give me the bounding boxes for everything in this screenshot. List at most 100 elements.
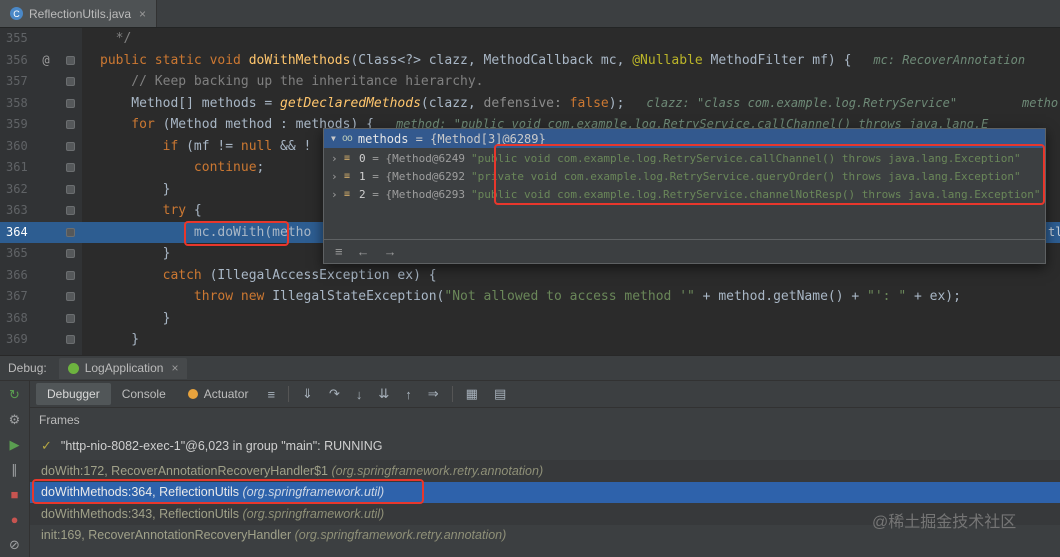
settings-icon[interactable]: ⚙ [9,413,21,426]
code-line[interactable]: 358 Method[] methods = getDeclaredMethod… [0,93,1060,115]
frame-package: (org.springframework.retry.annotation) [331,463,544,478]
inline-debug-hint: clazz: "class com.example.log.RetryServi… [646,95,958,110]
gutter-marker-icon [65,77,75,87]
gutter-marker-cell [58,179,82,201]
line-number: 361 [6,160,28,174]
code-line[interactable]: 357 // Keep backing up the inheritance h… [0,71,1060,93]
frames-panel: Frames ✓ "http-nio-8082-exec-1"@6,023 in… [30,408,1060,557]
watermark: @稀土掘金技术社区 [872,514,1017,531]
code-line[interactable]: 367 throw new IllegalStateException("Not… [0,286,1060,308]
line-number: 365 [6,246,28,260]
code-token: (IllegalAccessException ex) { [201,267,437,283]
variable-row[interactable]: › ≡ 2 = {Method@6293 "public void com.examp… [324,186,1045,204]
line-number: 356 [6,52,28,67]
layout-settings-icon[interactable]: ▤ [486,386,514,402]
code-line[interactable]: 368 } [0,308,1060,330]
run-to-cursor-icon[interactable]: ⇒ [420,386,447,402]
step-into-icon[interactable]: ↓ [348,387,371,402]
code-token: getDeclaredMethods [280,95,421,111]
gutter-annotation-icon: @ [42,52,50,67]
resume-icon[interactable]: ▶ [10,438,20,451]
gutter-marker-cell [58,286,82,308]
rerun-icon[interactable]: ↻ [9,388,20,401]
show-execution-point-icon[interactable]: ⇓ [294,386,321,402]
expand-chevron-icon[interactable]: › [331,150,344,168]
view-as-table-icon[interactable]: ▦ [458,386,486,402]
ide-window: C ReflectionUtils.java × 355 */ 356 @ publi… [0,0,1060,557]
expand-chevron-icon[interactable]: › [331,186,344,204]
gutter-spacer [34,200,58,222]
tab-label: Debugger [47,387,100,401]
code-line[interactable]: 369 } [0,329,1060,351]
step-out-icon[interactable]: ↑ [397,387,420,402]
thread-selector[interactable]: ✓ "http-nio-8082-exec-1"@6,023 in group … [30,432,1060,460]
thread-running-icon: ✓ [41,438,52,453]
variable-eq: = [365,152,386,165]
frames-title: Frames [39,413,80,427]
gutter-marker-icon [65,163,75,173]
gutter-marker-cell [58,114,82,136]
tab-console[interactable]: Console [111,383,177,405]
frame-location: doWithMethods:343, ReflectionUtils [41,506,243,521]
popup-header-methods[interactable]: ▼ oo methods = {Method[3]@6289} [324,129,1045,148]
variable-row[interactable]: › ≡ 0 = {Method@6249 "public void com.examp… [324,150,1045,168]
tab-debugger[interactable]: Debugger [36,383,111,405]
code-line[interactable]: 366 catch (IllegalAccessException ex) { [0,265,1060,287]
field-icon: ≡ [344,171,351,182]
variable-eq: = [365,188,386,201]
line-number: 357 [6,74,28,88]
line-number: 355 [6,31,28,45]
code-token: { [186,203,202,218]
gutter-spacer [34,28,58,50]
line-number: 364 [6,224,28,239]
code-token: "Not allowed to access method '" [444,289,695,304]
stack-frame-row[interactable]: doWith:172, RecoverAnnotationRecoveryHan… [30,460,1060,482]
popup-variable-list: › ≡ 0 = {Method@6249 "public void com.examp… [324,148,1045,204]
code-token: + ex); [906,289,961,304]
gutter-spacer [34,93,58,115]
code-token: MethodFilter mf) { [702,52,852,68]
step-over-icon[interactable]: ↷ [321,386,348,402]
code-line[interactable]: 356 @ public static void doWithMethods(Cla… [0,50,1060,72]
frame-location: init:169, RecoverAnnotationRecoveryHandl… [41,528,295,543]
gutter-spacer [34,243,58,265]
code-token: catch [100,267,202,283]
collapse-triangle-icon[interactable]: ▼ [331,134,336,143]
force-step-into-icon[interactable]: ⇊ [370,386,397,402]
java-class-icon: C [10,7,23,20]
close-icon[interactable]: × [171,361,178,375]
keyboard-shortcut-icon[interactable]: ≡ [335,244,343,259]
code-token: doWithMethods [248,52,351,68]
forward-icon[interactable]: → [384,244,397,259]
code-token: Method[] methods = [100,95,281,111]
back-icon[interactable]: ← [357,244,370,259]
tab-logapplication[interactable]: LogApplication × [58,357,188,379]
line-number: 359 [6,117,28,131]
code-line[interactable]: 355 */ [0,28,1060,50]
gutter-marker-cell [58,28,82,50]
line-number: 368 [6,310,28,325]
mute-breakpoints-icon[interactable]: ⊘ [9,538,20,551]
expand-chevron-icon[interactable]: › [331,168,344,186]
gutter-marker-icon [65,141,75,151]
tab-reflectionutils[interactable]: C ReflectionUtils.java × [0,0,158,27]
view-breakpoints-icon[interactable]: ● [11,513,19,526]
stack-frame-row[interactable]: doWithMethods:364, ReflectionUtils (org.… [30,481,1060,503]
gutter-spacer [34,157,58,179]
debug-toolbar: Debugger Console Actuator ≡ ⇓ ↷ ↓ ⇊ ↑ ⇒ ▦ ▤ [30,381,1060,408]
gutter-marker-icon [65,206,75,216]
code-token: if [100,138,179,154]
code-token: (mf != [178,138,241,154]
gutter-marker-cell [58,243,82,265]
variable-row[interactable]: › ≡ 1 = {Method@6292 "private void com.exam… [324,168,1045,186]
code-token: "': " [867,289,907,304]
hamburger-menu-icon[interactable]: ≡ [259,387,283,402]
pause-icon[interactable]: ∥ [11,463,18,476]
tab-actuator[interactable]: Actuator [177,383,260,405]
gutter-marker-cell [58,93,82,115]
stop-icon[interactable]: ■ [11,488,19,501]
tab-label: Console [121,387,166,401]
close-icon[interactable]: × [139,7,146,21]
editor-tab-bar: C ReflectionUtils.java × [0,0,1060,28]
code-token: } [100,246,171,261]
